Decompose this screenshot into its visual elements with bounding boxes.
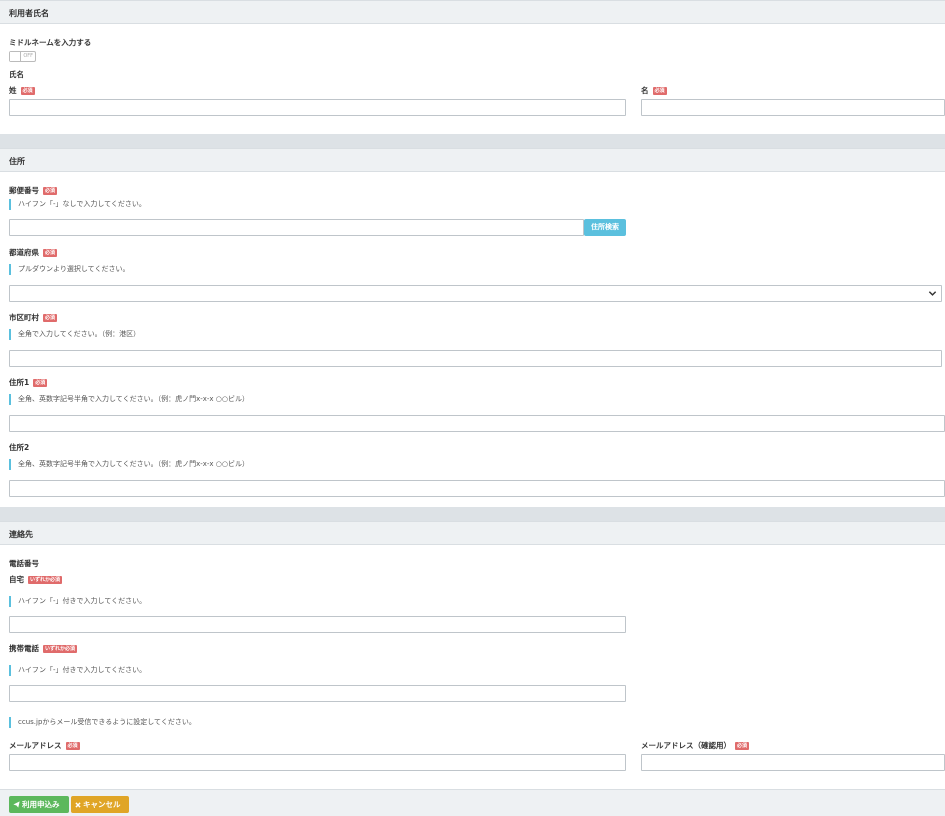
toggle-knob xyxy=(10,52,21,61)
first-name-label: 名必須 xyxy=(641,85,667,96)
middle-name-toggle[interactable]: OFF xyxy=(9,51,36,62)
name-section-title: 利用者氏名 xyxy=(9,9,49,18)
section-divider xyxy=(0,134,945,148)
postal-code-label-text: 郵便番号 xyxy=(9,186,39,195)
section-divider xyxy=(0,507,945,521)
last-name-label: 姓必須 xyxy=(9,85,35,96)
form-footer xyxy=(0,789,945,816)
address2-hint: 全角、英数字記号半角で入力してください。（例：虎ノ門x-x-x ○○ビル） xyxy=(9,459,249,470)
mobile-phone-input[interactable] xyxy=(9,685,626,702)
name-section-header: 利用者氏名 xyxy=(0,0,945,24)
postal-code-label: 郵便番号 必須 xyxy=(9,185,58,196)
city-hint: 全角で入力してください。（例：港区） xyxy=(9,329,140,340)
postal-code-hint: ハイフン「-」なしで入力してください。 xyxy=(9,199,146,210)
close-icon xyxy=(75,802,81,808)
required-badge: 必須 xyxy=(43,187,58,195)
chevron-down-icon xyxy=(928,291,937,296)
city-label: 市区町村 必須 xyxy=(9,312,58,323)
prefecture-select[interactable] xyxy=(9,285,942,302)
either-required-badge: いずれか必須 xyxy=(43,645,78,653)
home-phone-input[interactable] xyxy=(9,616,626,633)
postal-code-input[interactable] xyxy=(9,219,584,236)
email-confirm-input[interactable] xyxy=(641,754,945,771)
address2-label: 住所2 xyxy=(9,443,30,452)
required-badge: 必須 xyxy=(43,314,58,322)
email-label: メールアドレス 必須 xyxy=(9,740,80,751)
address2-input[interactable] xyxy=(9,480,945,497)
address1-hint: 全角、英数字記号半角で入力してください。（例：虎ノ門x-x-x ○○ビル） xyxy=(9,394,249,405)
email-label-text: メールアドレス xyxy=(9,741,62,750)
city-label-text: 市区町村 xyxy=(9,313,39,322)
required-badge: 必須 xyxy=(652,87,667,95)
send-icon xyxy=(13,801,20,808)
mobile-phone-label-text: 携帯電話 xyxy=(9,644,39,653)
address1-label: 住所1 必須 xyxy=(9,377,48,388)
required-badge: 必須 xyxy=(33,379,48,387)
contact-section-header: 連絡先 xyxy=(0,521,945,545)
required-badge: 必須 xyxy=(65,742,80,750)
required-badge: 必須 xyxy=(20,87,35,95)
home-phone-label: 自宅 いずれか必須 xyxy=(9,574,63,585)
apply-button[interactable]: 利用申込み xyxy=(9,796,69,813)
either-required-badge: いずれか必須 xyxy=(28,576,63,584)
apply-button-label: 利用申込み xyxy=(22,800,60,809)
last-name-label-text: 姓 xyxy=(9,86,17,95)
required-badge: 必須 xyxy=(735,742,750,750)
mail-setting-hint: ccus.jpからメール受信できるように設定してください。 xyxy=(9,717,196,728)
phone-label: 電話番号 xyxy=(9,559,39,568)
city-input[interactable] xyxy=(9,350,942,367)
home-phone-hint: ハイフン「-」付きで入力してください。 xyxy=(9,596,146,607)
required-badge: 必須 xyxy=(43,249,58,257)
mobile-phone-label: 携帯電話 いずれか必須 xyxy=(9,643,78,654)
toggle-state-text: OFF xyxy=(23,53,33,59)
address-search-button[interactable]: 住所検索 xyxy=(584,219,626,236)
first-name-input[interactable] xyxy=(641,99,945,116)
address-section-title: 住所 xyxy=(9,157,25,166)
prefecture-label-text: 都道府県 xyxy=(9,248,39,257)
email-input[interactable] xyxy=(9,754,626,771)
home-phone-label-text: 自宅 xyxy=(9,575,24,584)
full-name-label: 氏名 xyxy=(9,70,24,79)
address1-label-text: 住所1 xyxy=(9,378,30,387)
middle-name-toggle-label: ミドルネームを入力する xyxy=(9,38,92,47)
address1-input[interactable] xyxy=(9,415,945,432)
email-confirm-label-text: メールアドレス（確認用） xyxy=(641,741,731,750)
email-confirm-label: メールアドレス（確認用） 必須 xyxy=(641,740,750,751)
address-section-header: 住所 xyxy=(0,148,945,172)
cancel-button-label: キャンセル xyxy=(83,800,121,809)
contact-section-title: 連絡先 xyxy=(9,530,33,539)
prefecture-hint: プルダウンより選択してください。 xyxy=(9,264,129,275)
prefecture-label: 都道府県 必須 xyxy=(9,247,58,258)
last-name-input[interactable] xyxy=(9,99,626,116)
cancel-button[interactable]: キャンセル xyxy=(71,796,129,813)
mobile-phone-hint: ハイフン「-」付きで入力してください。 xyxy=(9,665,146,676)
first-name-label-text: 名 xyxy=(641,86,649,95)
